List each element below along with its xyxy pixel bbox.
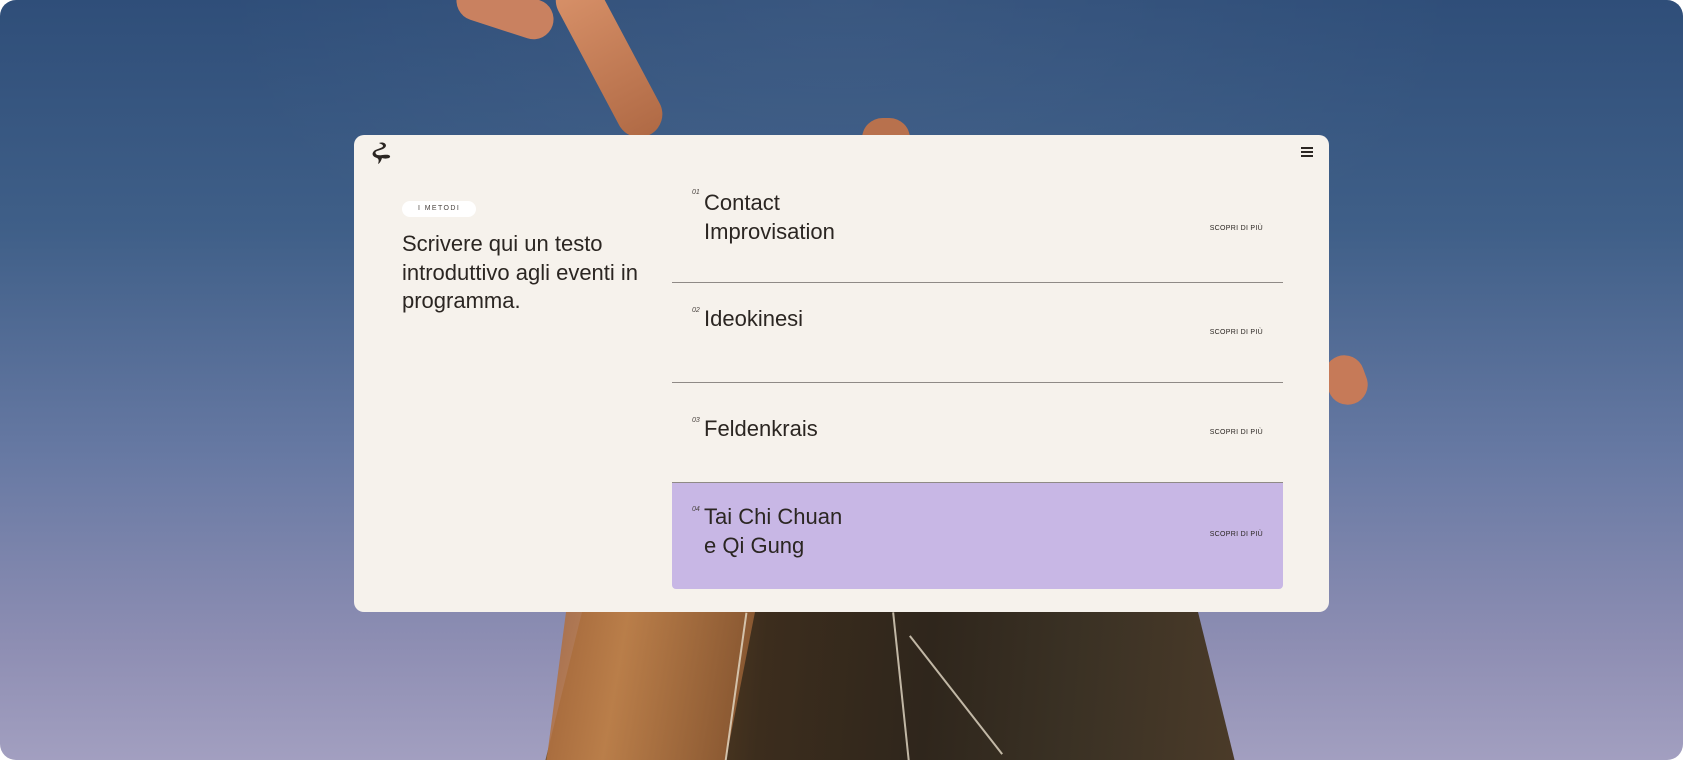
intro-text: Scrivere qui un testo introduttivo agli …	[402, 231, 639, 313]
dancer-hand	[451, 0, 559, 45]
learn-more-link[interactable]: SCOPRI DI PIÙ	[1210, 225, 1263, 232]
section-tag: I METODI	[402, 201, 477, 217]
dancer-garment-fold	[545, 612, 755, 760]
method-name: Ideokinesi	[704, 306, 804, 331]
method-item[interactable]: 02 Ideokinesi SCOPRI DI PIÙ	[672, 283, 1283, 383]
method-number: 02	[692, 307, 700, 314]
method-item[interactable]: 03 Feldenkrais SCOPRI DI PIÙ	[672, 383, 1283, 483]
swirl-logo-icon[interactable]	[370, 141, 392, 165]
method-number: 04	[692, 506, 700, 513]
method-name: Tai Chi Chuan e Qi Gung	[704, 504, 843, 558]
method-number: 03	[692, 417, 700, 424]
dancer-arm	[547, 0, 671, 146]
methods-list: 01 Contact Improvisation SCOPRI DI PIÙ 0…	[672, 183, 1283, 589]
method-name: Contact Improvisation	[704, 190, 835, 244]
method-item[interactable]: 01 Contact Improvisation SCOPRI DI PIÙ	[672, 183, 1283, 283]
method-item-active[interactable]: 04 Tai Chi Chuan e Qi Gung SCOPRI DI PIÙ	[672, 483, 1283, 589]
learn-more-link[interactable]: SCOPRI DI PIÙ	[1210, 531, 1263, 538]
method-name: Feldenkrais	[704, 416, 818, 441]
method-number: 01	[692, 189, 700, 196]
learn-more-link[interactable]: SCOPRI DI PIÙ	[1210, 329, 1263, 336]
methods-card: I METODI Scrivere qui un testo introdutt…	[354, 135, 1329, 612]
learn-more-link[interactable]: SCOPRI DI PIÙ	[1210, 429, 1263, 436]
hamburger-menu-icon[interactable]	[1301, 147, 1313, 157]
